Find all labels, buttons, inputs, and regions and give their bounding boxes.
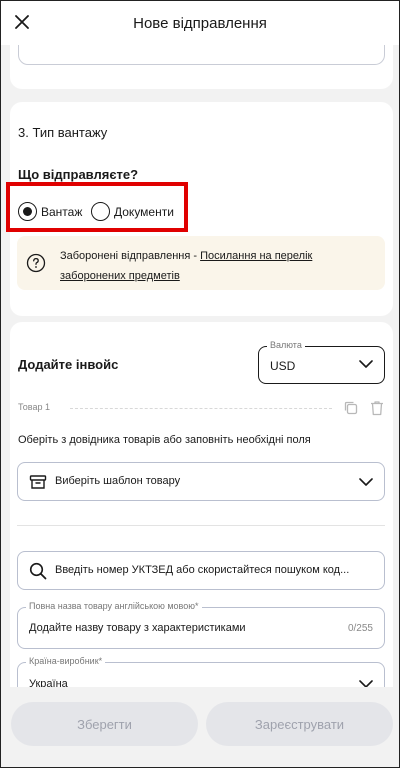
product-name-placeholder: Додайте назву товару з характеристиками [29, 622, 246, 634]
info-text: Заборонені відправлення - Посилання на п… [60, 246, 370, 286]
hint-text: Оберіть з довідника товарів або заповніт… [18, 434, 311, 446]
archive-box-icon [29, 475, 47, 489]
question-label: Що відправляєте? [18, 167, 139, 182]
copy-icon[interactable] [343, 400, 359, 416]
register-button[interactable]: Зареєструвати [206, 702, 393, 746]
invoice-card: Додайте інвойс Валюта USD Товар 1 Оберіт… [10, 322, 393, 687]
scroll-content[interactable]: 3. Тип вантажу Що відправляєте? Вантаж Д… [1, 45, 399, 687]
app-frame: Нове відправлення 3. Тип вантажу Що відп… [0, 0, 400, 768]
close-button[interactable] [11, 11, 33, 33]
country-value: Україна [29, 678, 68, 687]
currency-label: Валюта [267, 340, 305, 350]
close-icon [15, 15, 29, 29]
currency-value: USD [270, 359, 296, 373]
chevron-down-icon [359, 478, 373, 486]
invoice-title: Додайте інвойс [18, 357, 119, 372]
chevron-down-icon [359, 360, 373, 368]
header: Нове відправлення [1, 1, 399, 45]
section-divider [17, 525, 385, 526]
trash-icon[interactable] [370, 400, 384, 416]
save-button[interactable]: Зберегти [11, 702, 198, 746]
page-title: Нове відправлення [133, 14, 267, 32]
cargo-type-card: 3. Тип вантажу Що відправляєте? Вантаж Д… [6, 102, 393, 316]
country-select[interactable]: Країна-виробник* Україна [17, 656, 385, 687]
item-label: Товар 1 [18, 402, 50, 412]
radio-selected[interactable] [18, 202, 37, 221]
template-placeholder: Виберіть шаблон товару [55, 475, 181, 487]
previous-field[interactable] [18, 45, 385, 65]
uktzed-search-input[interactable]: Введіть номер УКТЗЕД або скористайтеся п… [17, 551, 385, 590]
chevron-down-icon [359, 680, 373, 687]
product-template-select[interactable]: Виберіть шаблон товару [17, 462, 385, 501]
radio-cargo[interactable]: Вантаж [18, 202, 82, 221]
section-title: 3. Тип вантажу [18, 125, 108, 140]
radio-unselected[interactable] [91, 202, 110, 221]
radio-documents[interactable]: Документи [91, 202, 174, 221]
search-placeholder: Введіть номер УКТЗЕД або скористайтеся п… [55, 564, 350, 576]
product-name-input[interactable]: Повна назва товару англійською мовою* До… [17, 601, 385, 649]
radio-label: Вантаж [41, 204, 83, 219]
question-icon [26, 253, 46, 273]
bottom-action-bar: Зберегти Зареєструвати [1, 687, 399, 767]
product-name-label: Повна назва товару англійською мовою* [26, 601, 202, 611]
radio-label: Документи [114, 204, 174, 219]
info-message: Заборонені відправлення - [60, 250, 201, 262]
forbidden-info-banner: Заборонені відправлення - Посилання на п… [17, 236, 385, 290]
country-label: Країна-виробник* [26, 656, 106, 666]
item-divider [70, 408, 332, 409]
previous-section-card [10, 45, 393, 89]
currency-select[interactable]: Валюта USD [258, 340, 385, 384]
char-counter: 0/255 [347, 623, 373, 634]
search-icon [29, 562, 47, 580]
